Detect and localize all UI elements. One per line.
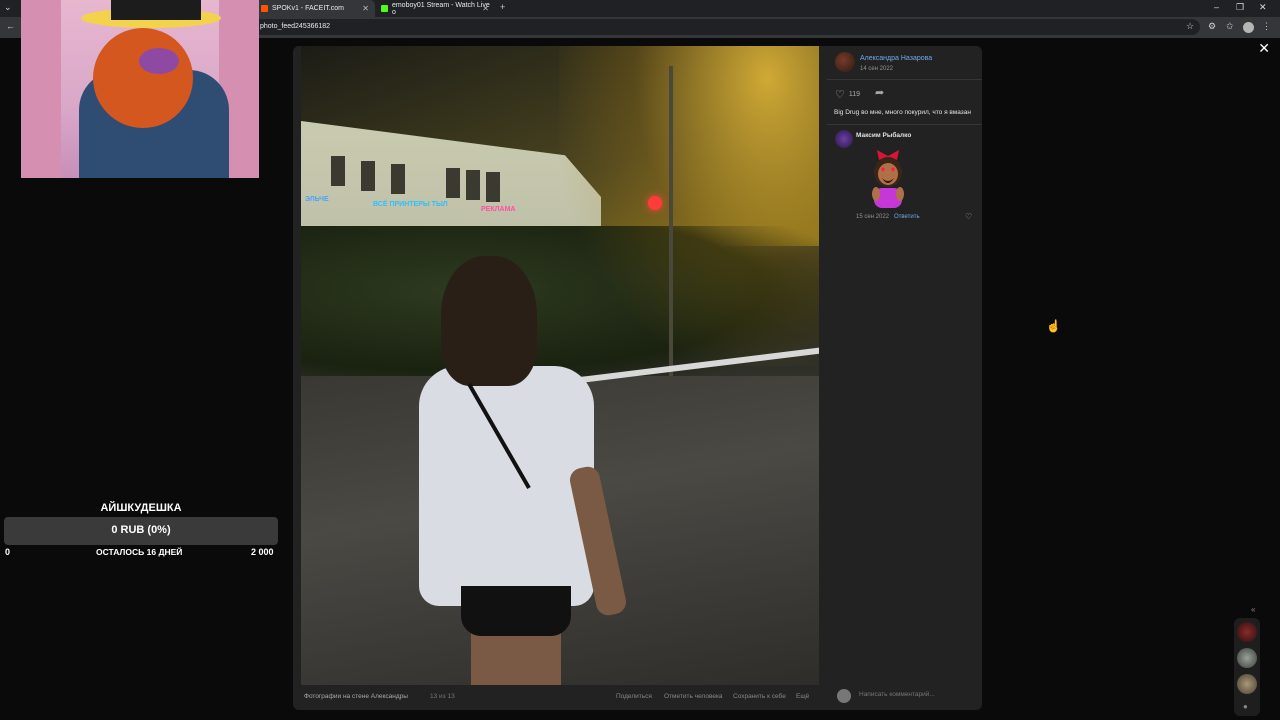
shop-sign: ВСЁ ПРИНТЕРЫ ТЫЛ <box>373 201 448 208</box>
tab-title: SPOKv1 - FACEIT.com <box>272 5 344 12</box>
webcam-curtain <box>21 0 61 178</box>
comment-date: 15 сен 2022 <box>856 214 890 220</box>
new-tab-button[interactable]: + <box>500 2 505 12</box>
tab-close-icon[interactable]: ✕ <box>362 4 369 13</box>
comment-input[interactable]: Написать комментарий... <box>859 691 935 698</box>
menu-kebab-icon[interactable]: ⋮ <box>1262 21 1271 32</box>
faceit-favicon-icon <box>261 5 268 12</box>
bookmark-star-icon[interactable]: ☆ <box>1186 21 1194 32</box>
tab-kick-stream[interactable]: emoboy01 Stream - Watch Live o ✕ <box>375 0 495 17</box>
photo-person-hair <box>441 256 537 386</box>
tab-close-icon[interactable]: ✕ <box>482 4 489 13</box>
url-text: photo_feed245366182 <box>260 23 331 30</box>
kick-favicon-icon <box>381 5 388 12</box>
photo-window <box>331 156 345 186</box>
chat-avatar[interactable] <box>1237 622 1257 642</box>
photo-footer: Фотографии на стене Александры 13 из 13 … <box>293 685 819 710</box>
minimize-icon[interactable]: – <box>1214 2 1219 12</box>
heart-icon: ♡ <box>835 89 845 101</box>
tab-title: emoboy01 Stream - Watch Live o <box>391 1 490 16</box>
chat-bubble-icon[interactable]: ● <box>1243 702 1248 711</box>
maximize-icon[interactable]: ❐ <box>1236 2 1244 13</box>
commenter-name-link[interactable]: Максим Рыбалко <box>856 132 911 139</box>
my-avatar <box>837 689 851 703</box>
photo-person-shorts <box>461 586 571 636</box>
chat-avatar[interactable] <box>1237 648 1257 668</box>
webcam-face <box>93 28 193 128</box>
webcam-hat-crown <box>111 0 201 20</box>
tab-search-icon[interactable]: ⌄ <box>4 2 12 13</box>
author-name-link[interactable]: Александра Назарова <box>860 55 932 62</box>
divider <box>827 124 982 125</box>
webcam-overlay <box>21 0 259 178</box>
photo-window <box>486 172 500 202</box>
photo-side-panel: Александра Назарова 14 сен 2022 ♡ 119 ➦ … <box>819 46 982 703</box>
post-text: Big Drug во мне, много покурил, что я вм… <box>834 109 971 116</box>
window-close-icon[interactable]: ✕ <box>1259 2 1267 13</box>
donation-goal-max: 2 000 <box>251 547 274 557</box>
photo-pole <box>669 66 673 386</box>
streetlight-glow <box>559 46 819 366</box>
donation-goal-title: АЙШКУДЕШКА <box>100 502 182 514</box>
url-field[interactable]: photo_feed245366182 <box>250 19 1200 35</box>
shop-sign: ЭЛЬЧЕ <box>305 196 329 203</box>
photo-window <box>466 170 480 200</box>
divider <box>827 79 982 80</box>
like-button[interactable]: ♡ 119 <box>835 88 860 101</box>
emoji-sticker <box>872 150 904 208</box>
chat-bubbles: ● <box>1234 618 1260 716</box>
tab-faceit[interactable]: SPOKv1 - FACEIT.com ✕ <box>255 0 375 17</box>
like-count: 119 <box>848 91 861 98</box>
comment-heart-icon[interactable]: ♡ <box>965 212 972 221</box>
donation-goal-min: 0 <box>5 547 11 557</box>
webcam-eyepatch <box>139 48 179 74</box>
photo-window <box>391 164 405 194</box>
photo-person-legs <box>471 631 561 685</box>
album-link[interactable]: Фотографии на стене Александры <box>304 693 408 700</box>
mouse-pointer-icon: ☝ <box>1046 319 1061 333</box>
extensions-icon[interactable]: ⚙ <box>1208 21 1216 32</box>
back-arrow-icon[interactable]: ← <box>6 21 15 31</box>
share-action[interactable]: Поделиться <box>616 693 652 700</box>
photo-person-shirt <box>419 366 594 606</box>
photo-viewer-modal: ЭЛЬЧЕ ВСЁ ПРИНТЕРЫ ТЫЛ РЕКЛАМА Александр… <box>293 46 982 710</box>
favorites-icon[interactable]: ✩ <box>1226 21 1234 32</box>
share-arrow-icon[interactable]: ➦ <box>875 86 884 99</box>
reply-link[interactable]: Ответить <box>894 214 920 220</box>
traffic-light-red <box>648 196 662 210</box>
author-avatar[interactable] <box>835 52 855 72</box>
photo-window <box>446 168 460 198</box>
donation-goal-value: 0 RUB (0%) <box>111 524 171 536</box>
photo-counter: 13 из 13 <box>430 693 455 700</box>
photo-window <box>361 161 375 191</box>
shop-sign: РЕКЛАМА <box>481 206 516 213</box>
post-photo[interactable]: ЭЛЬЧЕ ВСЁ ПРИНТЕРЫ ТЫЛ РЕКЛАМА <box>301 46 819 685</box>
donation-goal-remaining: ОСТАЛОСЬ 16 ДНЕЙ <box>96 547 183 557</box>
chat-avatar[interactable] <box>1237 674 1257 694</box>
commenter-avatar[interactable] <box>835 130 853 148</box>
more-action[interactable]: Ещё <box>796 693 809 700</box>
profile-avatar[interactable] <box>1243 22 1254 33</box>
viewer-close-icon[interactable]: ✕ <box>1258 40 1270 57</box>
collapse-chats-icon[interactable]: « <box>1251 605 1255 614</box>
tag-person-action[interactable]: Отметить человека <box>664 693 723 700</box>
save-action[interactable]: Сохранить к себе <box>733 693 786 700</box>
post-date: 14 сен 2022 <box>860 66 894 72</box>
